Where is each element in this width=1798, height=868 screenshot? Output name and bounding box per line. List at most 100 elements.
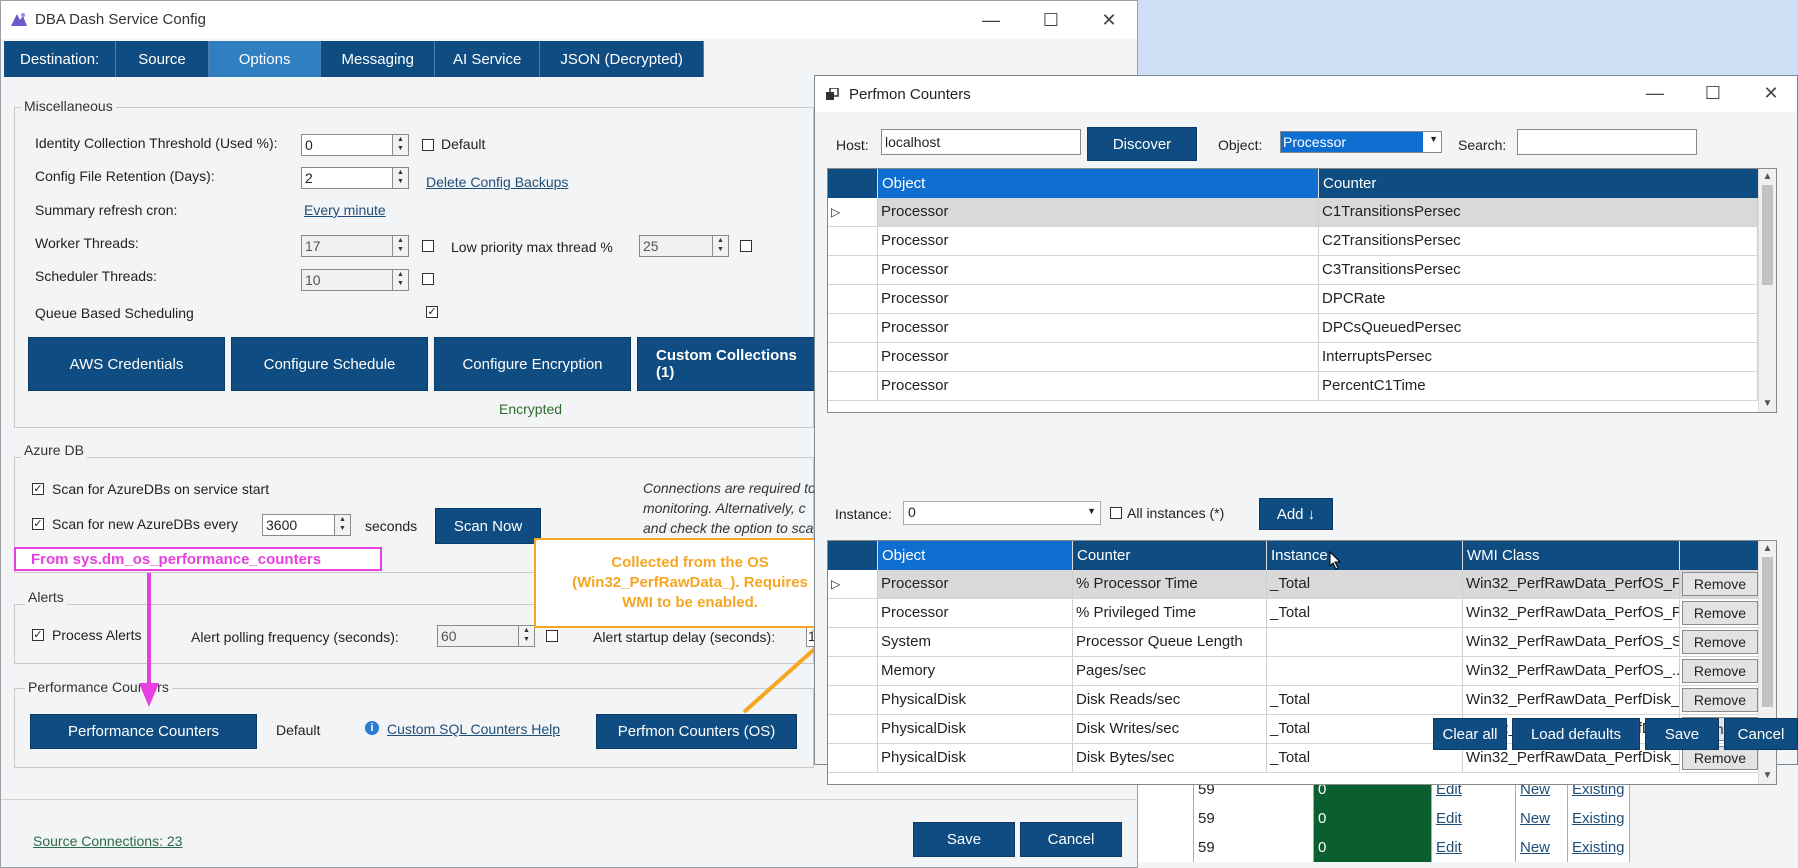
row-header[interactable] [828,657,878,685]
main-save-button[interactable]: Save [913,822,1015,857]
row-header[interactable]: ▷ [828,198,878,226]
cell-counter[interactable]: DPCRate [1319,285,1758,313]
cell-instance[interactable]: _Total [1267,599,1463,627]
perfmon-close-button[interactable]: ✕ [1751,80,1791,106]
default-checkbox[interactable] [422,139,434,151]
row-header[interactable] [828,715,878,743]
cell-counter[interactable]: Disk Reads/sec [1073,686,1267,714]
scroll-thumb[interactable] [1762,185,1773,285]
discover-button[interactable]: Discover [1087,127,1197,161]
main-cancel-button[interactable]: Cancel [1020,822,1122,857]
row-header[interactable] [828,227,878,255]
cell-object[interactable]: Processor [878,227,1319,255]
tab-ai-service[interactable]: AI Service [435,41,541,77]
process-alerts-checkbox[interactable]: ✓ [32,629,44,641]
worker-threads-input[interactable]: 17 [301,235,393,257]
cell-object[interactable]: Processor [878,198,1319,226]
tab-messaging[interactable]: Messaging [321,41,435,77]
search-input[interactable] [1517,129,1697,155]
cell-counter[interactable]: PercentC1Time [1319,372,1758,400]
cell-object[interactable]: Processor [878,599,1073,627]
alert-polling-checkbox[interactable] [546,630,558,642]
cell-counter[interactable]: DPCsQueuedPersec [1319,314,1758,342]
maximize-button[interactable]: ☐ [1031,7,1071,33]
tab-json[interactable]: JSON (Decrypted) [540,41,704,77]
cell-counter[interactable]: % Privileged Time [1073,599,1267,627]
row-header[interactable] [828,372,878,400]
cell-counter[interactable]: % Processor Time [1073,570,1267,598]
header-instance[interactable]: Instance [1267,541,1463,570]
scheduler-threads-checkbox[interactable] [422,273,434,285]
perfmon-cancel-button[interactable]: Cancel [1724,718,1798,750]
scroll-thumb[interactable] [1762,557,1773,707]
table-row[interactable]: Processor DPCsQueuedPersec [828,314,1758,343]
alert-polling-spinner[interactable]: ▲ ▼ [519,625,535,647]
cell-instance[interactable]: _Total [1267,570,1463,598]
cell-object[interactable]: Processor [878,343,1319,371]
host-input[interactable]: localhost [881,129,1081,155]
load-defaults-button[interactable]: Load defaults [1512,718,1640,750]
cell-counter[interactable]: C2TransitionsPersec [1319,227,1758,255]
custom-collections-button[interactable]: Custom Collections (1) [637,337,815,391]
table-row[interactable]: ▷ Processor C1TransitionsPersec [828,198,1758,227]
row-header[interactable] [828,256,878,284]
table-row[interactable]: PhysicalDisk Disk Reads/sec _Total Win32_Pe… [828,686,1758,715]
remove-button[interactable]: Remove [1682,688,1758,712]
cell-object[interactable]: Processor [878,570,1073,598]
cell-wmi-class[interactable]: Win32_PerfRawData_PerfOS_P... [1463,599,1680,627]
cell-counter[interactable]: Processor Queue Length [1073,628,1267,656]
new-link[interactable]: New [1516,804,1568,833]
low-priority-spinner[interactable]: ▲ ▼ [713,235,729,257]
cell-counter[interactable]: Disk Writes/sec [1073,715,1267,743]
top-grid-scrollbar[interactable]: ▲ ▼ [1758,169,1776,412]
object-select[interactable]: Processor ▼ [1280,131,1442,153]
cell-object[interactable]: Processor [878,372,1319,400]
cell-wmi-class[interactable]: Win32_PerfRawData_PerfOS_... [1463,657,1680,685]
cell-counter[interactable]: Pages/sec [1073,657,1267,685]
existing-link[interactable]: Existing [1568,833,1630,862]
table-row[interactable]: Processor C3TransitionsPersec [828,256,1758,285]
retention-input[interactable]: 2 [301,167,393,189]
table-row[interactable]: Processor C2TransitionsPersec [828,227,1758,256]
cell-instance[interactable] [1267,657,1463,685]
tab-options[interactable]: Options [208,41,322,77]
edit-link[interactable]: Edit [1432,804,1516,833]
row-header[interactable]: ▷ [828,570,878,598]
scheduler-threads-input[interactable]: 10 [301,269,393,291]
configure-schedule-button[interactable]: Configure Schedule [231,337,428,391]
header-counter[interactable]: Counter [1319,169,1760,198]
cell-object[interactable]: System [878,628,1073,656]
clear-all-button[interactable]: Clear all [1433,718,1507,750]
all-instances-checkbox[interactable] [1110,507,1122,519]
cell-object[interactable]: Processor [878,256,1319,284]
perfmon-minimize-button[interactable]: — [1635,80,1675,106]
row-header[interactable] [828,628,878,656]
row-header[interactable] [828,744,878,772]
cell-object[interactable]: Processor [878,285,1319,313]
worker-threads-spinner[interactable]: ▲ ▼ [393,235,409,257]
tab-source[interactable]: Source [116,41,209,77]
row-header[interactable] [828,285,878,313]
minimize-button[interactable]: — [971,7,1011,33]
add-button[interactable]: Add ↓ [1259,498,1333,530]
scheduler-threads-spinner[interactable]: ▲ ▼ [393,269,409,291]
header-object[interactable]: Object [878,541,1073,570]
worker-threads-checkbox[interactable] [422,240,434,252]
configure-encryption-button[interactable]: Configure Encryption [434,337,631,391]
low-priority-input[interactable]: 25 [639,235,713,257]
row-header[interactable] [828,343,878,371]
table-row[interactable]: System Processor Queue Length Win32_PerfRa… [828,628,1758,657]
scan-now-button[interactable]: Scan Now [435,508,541,544]
remove-button[interactable]: Remove [1682,601,1758,625]
tab-destination[interactable]: Destination: [4,41,117,77]
row-header[interactable] [828,314,878,342]
close-button[interactable]: ✕ [1089,7,1129,33]
edit-link[interactable]: Edit [1432,833,1516,862]
retention-spinner[interactable]: ▲ ▼ [393,167,409,189]
perfmon-save-button[interactable]: Save [1645,718,1719,750]
header-wmi-class[interactable]: WMI Class [1463,541,1680,570]
row-header[interactable] [828,599,878,627]
scan-interval-input[interactable]: 3600 [262,514,335,536]
cell-object[interactable]: PhysicalDisk [878,715,1073,743]
cell-wmi-class[interactable]: Win32_PerfRawData_PerfDisk_... [1463,686,1680,714]
